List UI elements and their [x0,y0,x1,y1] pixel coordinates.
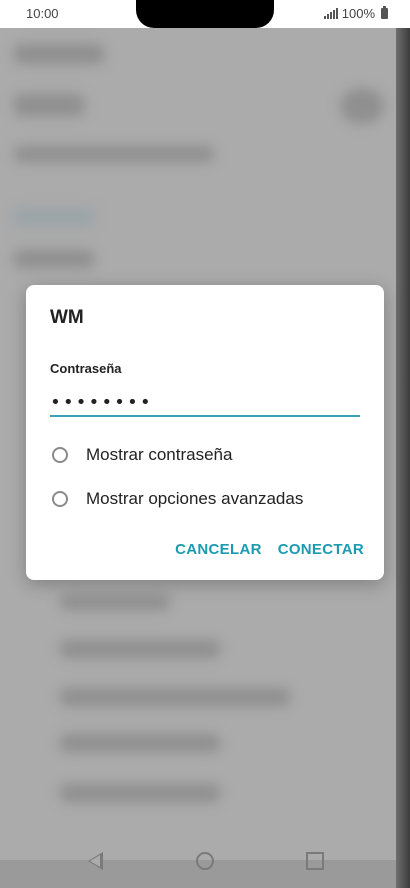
connect-button[interactable]: CONECTAR [278,541,364,558]
password-input[interactable] [50,389,360,417]
wifi-password-dialog: WM Contraseña Mostrar contraseña Mostrar… [26,285,384,580]
show-password-option[interactable]: Mostrar contraseña [52,445,232,465]
recent-apps-icon[interactable] [306,852,324,870]
dialog-title: WM [50,307,84,328]
navigation-bar [0,836,400,888]
password-label: Contraseña [50,361,122,376]
home-icon[interactable] [196,852,214,870]
battery-icon [381,6,388,19]
back-icon[interactable] [88,852,103,870]
battery-percent: 100% [341,6,375,21]
advanced-options-option[interactable]: Mostrar opciones avanzadas [52,489,303,509]
show-password-label: Mostrar contraseña [86,445,233,464]
signal-icon [323,8,338,19]
cancel-button[interactable]: CANCELAR [175,541,262,558]
advanced-options-label: Mostrar opciones avanzadas [86,489,304,508]
screen-edge [396,0,410,888]
dialog-actions: CANCELAR CONECTAR [175,541,364,558]
status-icons: 100% [323,6,388,21]
camera-notch [136,0,274,28]
advanced-options-checkbox[interactable] [52,491,68,507]
show-password-checkbox[interactable] [52,447,68,463]
status-time: 10:00 [26,6,59,21]
